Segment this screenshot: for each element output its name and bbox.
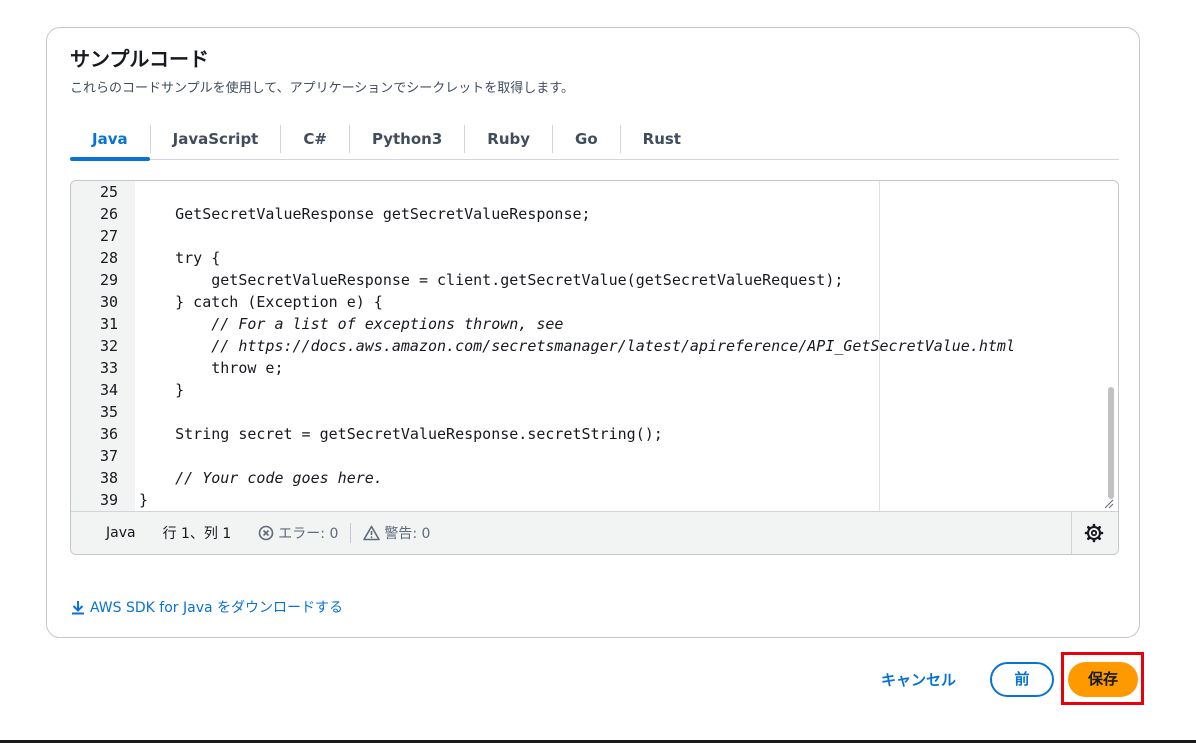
code-line: 39} bbox=[71, 489, 1101, 511]
line-number: 39 bbox=[99, 491, 118, 509]
status-language: Java bbox=[106, 525, 136, 541]
code-text: String secret = getSecretValueResponse.s… bbox=[139, 425, 663, 443]
editor-status-bar: Java 行 1、列 1 エラー: 0 警告: 0 bbox=[71, 511, 1118, 554]
error-icon bbox=[258, 525, 274, 541]
line-number: 26 bbox=[99, 205, 118, 223]
tab-label: JavaScript bbox=[172, 129, 259, 148]
status-errors[interactable]: エラー: 0 bbox=[258, 523, 338, 543]
code-line: 31 // For a list of exceptions thrown, s… bbox=[71, 313, 1101, 335]
download-sdk-link[interactable]: AWS SDK for Java をダウンロードする bbox=[70, 597, 343, 617]
save-button[interactable]: 保存 bbox=[1068, 662, 1138, 697]
line-number: 35 bbox=[99, 403, 118, 421]
warnings-label: 警告: 0 bbox=[384, 526, 431, 542]
line-number: 32 bbox=[99, 337, 118, 355]
tab-ruby[interactable]: Ruby bbox=[465, 118, 552, 159]
settings-divider bbox=[1071, 512, 1072, 554]
cancel-button[interactable]: キャンセル bbox=[872, 666, 965, 694]
page: サンプルコード これらのコードサンプルを使用して、アプリケーションでシークレット… bbox=[0, 0, 1196, 743]
code-comment: // https://docs.aws.amazon.com/secretsma… bbox=[139, 337, 1015, 355]
code-line: 29 getSecretValueResponse = client.getSe… bbox=[71, 269, 1101, 291]
panel-description: これらのコードサンプルを使用して、アプリケーションでシークレットを取得します。 bbox=[70, 81, 575, 96]
code-comment: // Your code goes here. bbox=[139, 469, 383, 487]
gear-icon[interactable] bbox=[1084, 523, 1104, 543]
code-text: try { bbox=[139, 249, 221, 267]
line-number: 30 bbox=[99, 293, 118, 311]
code-text: GetSecretValueResponse getSecretValueRes… bbox=[139, 205, 591, 223]
tab-label: Go bbox=[575, 129, 598, 148]
download-link-label: AWS SDK for Java をダウンロードする bbox=[90, 600, 344, 616]
status-divider bbox=[350, 523, 352, 543]
tab-label: Ruby bbox=[487, 129, 531, 148]
line-number: 33 bbox=[99, 359, 118, 377]
code-line: 25 bbox=[71, 181, 1101, 203]
line-number: 28 bbox=[99, 249, 118, 267]
line-number: 27 bbox=[99, 227, 118, 245]
line-number: 34 bbox=[99, 381, 118, 399]
panel-title: サンプルコード bbox=[70, 47, 209, 71]
code-editor[interactable]: 25 26 GetSecretValueResponse getSecretVal… bbox=[70, 180, 1119, 555]
line-number: 37 bbox=[99, 447, 118, 465]
tab-javascript[interactable]: JavaScript bbox=[151, 118, 281, 159]
code-line: 32 // https://docs.aws.amazon.com/secret… bbox=[71, 335, 1101, 357]
code-text: } bbox=[139, 381, 185, 399]
previous-button[interactable]: 前 bbox=[990, 662, 1054, 697]
code-line: 37 bbox=[71, 445, 1101, 467]
tab-label: Java bbox=[92, 129, 128, 148]
code-line: 30 } catch (Exception e) { bbox=[71, 291, 1101, 313]
warning-icon bbox=[363, 525, 381, 541]
code-line: 27 bbox=[71, 225, 1101, 247]
code-line: 35 bbox=[71, 401, 1101, 423]
errors-label: エラー: 0 bbox=[278, 526, 339, 542]
line-number: 36 bbox=[99, 425, 118, 443]
tab-label: C# bbox=[303, 129, 327, 148]
tab-python3[interactable]: Python3 bbox=[350, 118, 464, 159]
sample-code-panel: サンプルコード これらのコードサンプルを使用して、アプリケーションでシークレット… bbox=[46, 27, 1140, 638]
code-content[interactable]: 25 26 GetSecretValueResponse getSecretVal… bbox=[71, 181, 1101, 511]
line-number: 38 bbox=[99, 469, 118, 487]
code-comment: // For a list of exceptions thrown, see bbox=[139, 315, 564, 333]
code-line: 33 throw e; bbox=[71, 357, 1101, 379]
line-number: 31 bbox=[99, 315, 118, 333]
line-number: 25 bbox=[99, 183, 118, 201]
code-line: 26 GetSecretValueResponse getSecretValue… bbox=[71, 203, 1101, 225]
status-cursor-position: 行 1、列 1 bbox=[162, 526, 232, 542]
editor-scrollbar[interactable] bbox=[1108, 387, 1114, 499]
code-line: 34 } bbox=[71, 379, 1101, 401]
resize-handle-icon[interactable] bbox=[1102, 497, 1114, 509]
code-text: getSecretValueResponse = client.getSecre… bbox=[139, 271, 844, 289]
line-number: 29 bbox=[99, 271, 118, 289]
tab-rust[interactable]: Rust bbox=[621, 118, 703, 159]
tab-label: Python3 bbox=[371, 129, 443, 148]
code-line: 36 String secret = getSecretValueRespons… bbox=[71, 423, 1101, 445]
download-icon bbox=[70, 599, 86, 615]
code-text: } bbox=[139, 491, 149, 509]
code-line: 38 // Your code goes here. bbox=[71, 467, 1101, 489]
status-warnings[interactable]: 警告: 0 bbox=[363, 523, 430, 543]
code-line: 28 try { bbox=[71, 247, 1101, 269]
tab-java[interactable]: Java bbox=[70, 118, 150, 161]
code-text: throw e; bbox=[139, 359, 284, 377]
code-text: } catch (Exception e) { bbox=[139, 293, 383, 311]
tab-label: Rust bbox=[642, 129, 681, 148]
tab-go[interactable]: Go bbox=[553, 118, 620, 159]
language-tabs: Java JavaScript C# Python3 Ruby Go Rust bbox=[70, 118, 1119, 161]
tab-csharp[interactable]: C# bbox=[281, 118, 349, 159]
